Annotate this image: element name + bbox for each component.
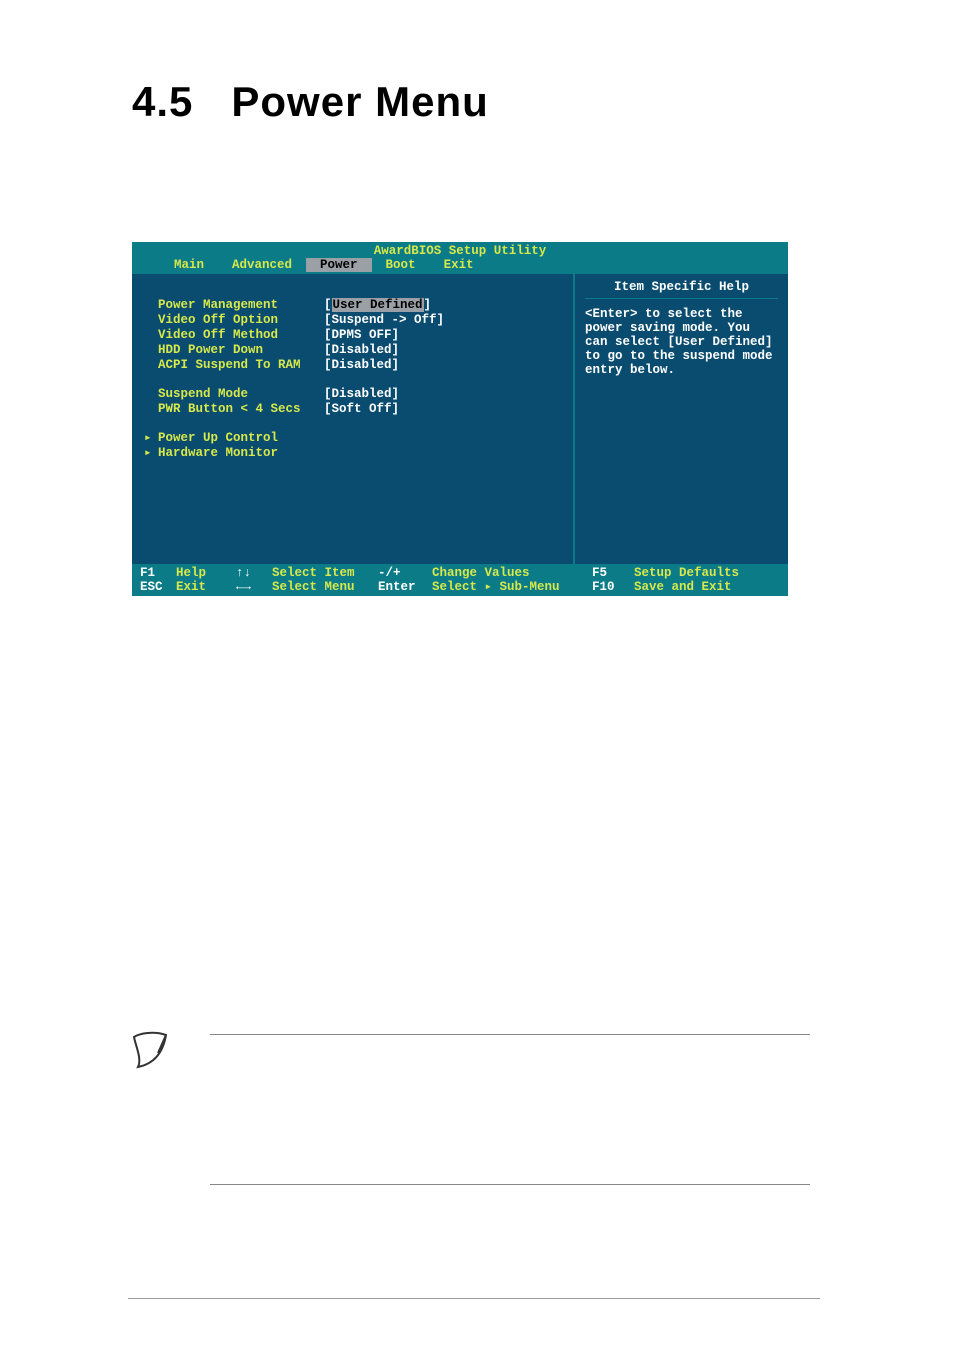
key-esc: ESC bbox=[140, 580, 176, 594]
tab-advanced[interactable]: Advanced bbox=[218, 258, 306, 272]
key-label-save-exit: Save and Exit bbox=[634, 580, 732, 594]
tab-power[interactable]: Power bbox=[306, 258, 372, 272]
setting-label: Video Off Method bbox=[158, 328, 324, 343]
setting-power-management[interactable]: Power Management [User Defined] bbox=[158, 298, 565, 313]
setting-label: Suspend Mode bbox=[158, 387, 324, 402]
help-pane: Item Specific Help <Enter> to select the… bbox=[573, 274, 788, 564]
setting-value: [Suspend -> Off] bbox=[324, 313, 444, 328]
submenu-label: Hardware Monitor bbox=[158, 446, 278, 461]
setting-suspend-mode[interactable]: Suspend Mode [Disabled] bbox=[158, 387, 565, 402]
setting-label: Video Off Option bbox=[158, 313, 324, 328]
section-title: Power Menu bbox=[231, 78, 488, 125]
note-divider-bottom bbox=[210, 1184, 810, 1185]
bios-title: AwardBIOS Setup Utility bbox=[132, 242, 788, 258]
help-body: <Enter> to select the power saving mode.… bbox=[585, 307, 778, 377]
bios-body: Power Management [User Defined] Video Of… bbox=[132, 274, 788, 564]
setting-value: [Disabled] bbox=[324, 387, 399, 402]
key-label-select-menu: Select Menu bbox=[272, 580, 378, 594]
triangle-right-icon: ▸ bbox=[144, 446, 158, 461]
key-label-change-values: Change Values bbox=[432, 566, 592, 580]
setting-pwr-button[interactable]: PWR Button < 4 Secs [Soft Off] bbox=[158, 402, 565, 417]
submenu-power-up-control[interactable]: ▸ Power Up Control bbox=[144, 431, 565, 446]
setting-label: PWR Button < 4 Secs bbox=[158, 402, 324, 417]
key-label-exit: Exit bbox=[176, 580, 236, 594]
help-title: Item Specific Help bbox=[585, 280, 778, 299]
key-minus-plus: -/+ bbox=[378, 566, 432, 580]
page-bottom-rule bbox=[128, 1298, 820, 1299]
triangle-right-icon: ▸ bbox=[144, 431, 158, 446]
tab-exit[interactable]: Exit bbox=[430, 258, 488, 272]
key-leftright: ←→ bbox=[236, 580, 272, 594]
key-label-setup-defaults: Setup Defaults bbox=[634, 566, 739, 580]
setting-value: [User Defined] bbox=[324, 298, 431, 313]
setting-value: [DPMS OFF] bbox=[324, 328, 399, 343]
key-label-select-item: Select Item bbox=[272, 566, 378, 580]
bios-menu-bar: Main Advanced Power Boot Exit bbox=[132, 258, 788, 274]
key-label-select-submenu: Select ▸ Sub-Menu bbox=[432, 580, 592, 594]
key-enter: Enter bbox=[378, 580, 432, 594]
setting-value: [Disabled] bbox=[324, 343, 399, 358]
page-heading: 4.5 Power Menu bbox=[132, 78, 489, 126]
setting-label: Power Management bbox=[158, 298, 324, 313]
submenu-hardware-monitor[interactable]: ▸ Hardware Monitor bbox=[144, 446, 565, 461]
setting-label: ACPI Suspend To RAM bbox=[158, 358, 324, 373]
key-f5: F5 bbox=[592, 566, 634, 580]
key-f10: F10 bbox=[592, 580, 634, 594]
bios-window: AwardBIOS Setup Utility Main Advanced Po… bbox=[132, 242, 788, 596]
setting-hdd-power-down[interactable]: HDD Power Down [Disabled] bbox=[158, 343, 565, 358]
note-icon bbox=[126, 1025, 176, 1075]
footer-row-1: F1 Help ↑↓ Select Item -/+ Change Values… bbox=[140, 566, 780, 580]
setting-value: [Disabled] bbox=[324, 358, 399, 373]
key-f1: F1 bbox=[140, 566, 176, 580]
tab-boot[interactable]: Boot bbox=[372, 258, 430, 272]
setting-label: HDD Power Down bbox=[158, 343, 324, 358]
setting-video-off-option[interactable]: Video Off Option [Suspend -> Off] bbox=[158, 313, 565, 328]
settings-pane: Power Management [User Defined] Video Of… bbox=[132, 274, 573, 564]
submenu-label: Power Up Control bbox=[158, 431, 278, 446]
footer-row-2: ESC Exit ←→ Select Menu Enter Select ▸ S… bbox=[140, 580, 780, 594]
key-label-help: Help bbox=[176, 566, 236, 580]
note-divider-top bbox=[210, 1034, 810, 1035]
section-number: 4.5 bbox=[132, 78, 193, 125]
setting-acpi-suspend[interactable]: ACPI Suspend To RAM [Disabled] bbox=[158, 358, 565, 373]
setting-video-off-method[interactable]: Video Off Method [DPMS OFF] bbox=[158, 328, 565, 343]
key-updown: ↑↓ bbox=[236, 566, 272, 580]
tab-main[interactable]: Main bbox=[160, 258, 218, 272]
bios-footer: F1 Help ↑↓ Select Item -/+ Change Values… bbox=[132, 564, 788, 596]
setting-value: [Soft Off] bbox=[324, 402, 399, 417]
